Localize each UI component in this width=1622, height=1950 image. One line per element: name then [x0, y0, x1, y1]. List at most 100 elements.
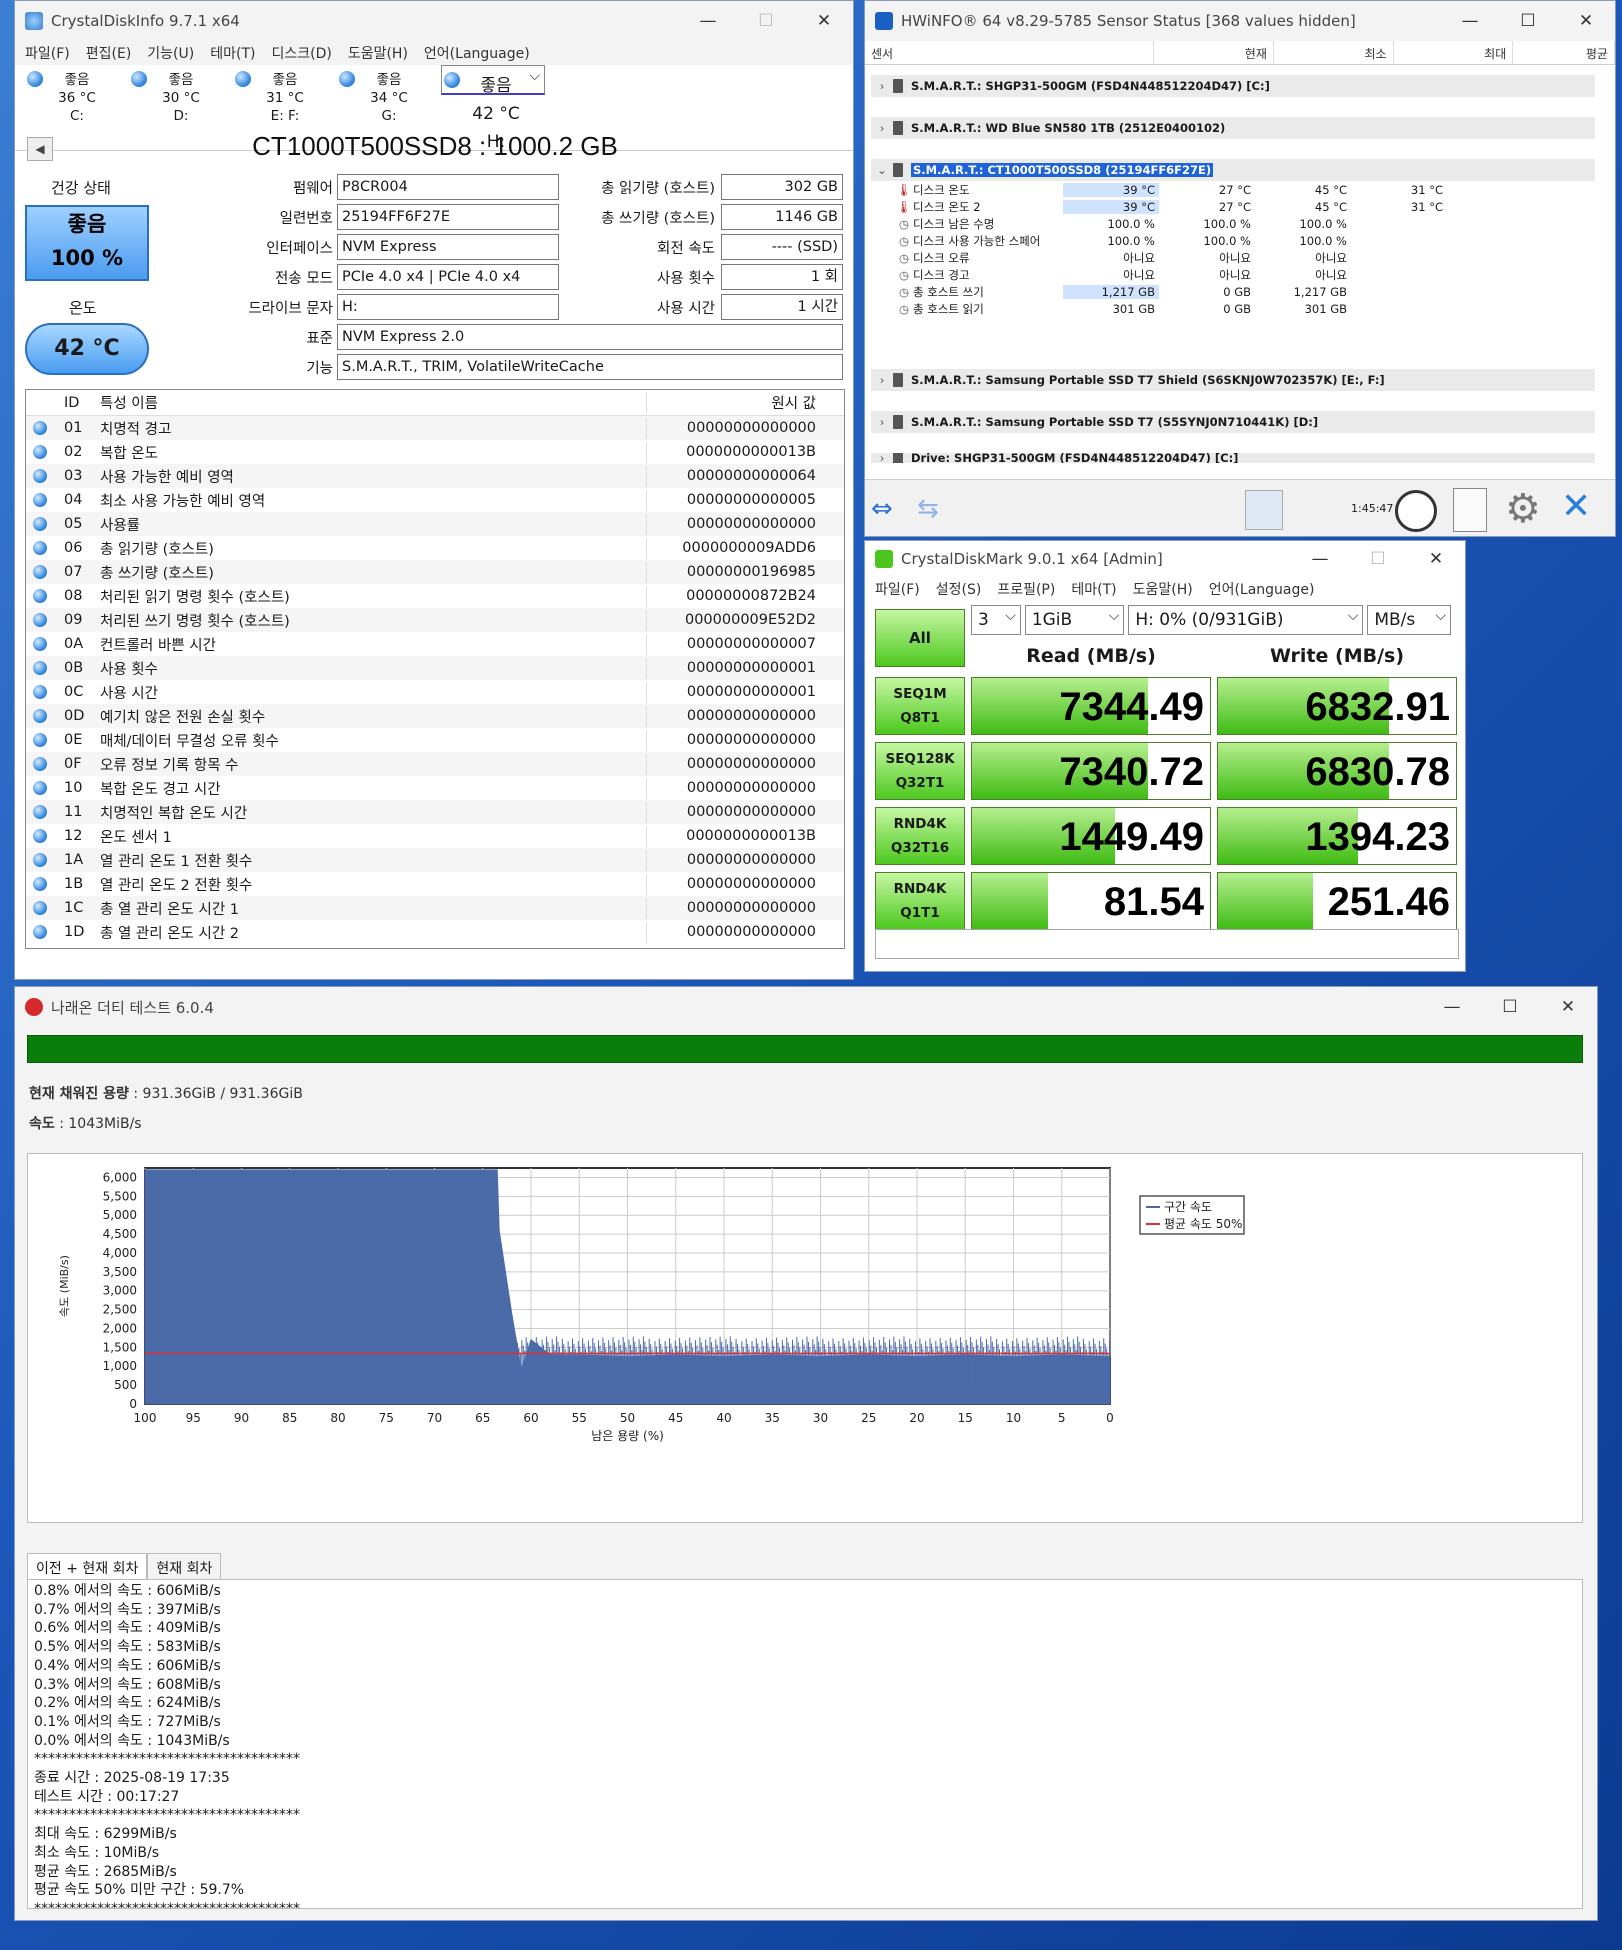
- menu-profile[interactable]: 프로필(P): [997, 579, 1055, 599]
- maximize-icon[interactable]: ☐: [737, 1, 795, 41]
- menu-theme[interactable]: 테마(T): [210, 43, 255, 63]
- count-select[interactable]: 3: [971, 602, 1021, 635]
- log-line: **************************************: [34, 1807, 300, 1824]
- size-select[interactable]: 1GiB: [1024, 602, 1125, 635]
- hw-group-sn580[interactable]: › S.M.A.R.T.: WD Blue SN580 1TB (2512E040…: [871, 117, 1595, 139]
- close-icon[interactable]: ✕: [1557, 1, 1615, 41]
- menu-disk[interactable]: 디스크(D): [271, 43, 331, 63]
- hw-sensor-row[interactable]: ◷ 디스크 남은 수명 100.0 % 100.0 % 100.0 %: [895, 215, 1595, 232]
- hw-group-drive[interactable]: › Drive: SHGP31-500GM (FSD4N448512204D47)…: [871, 453, 1595, 463]
- smart-row[interactable]: 05 사용률 00000000000000: [26, 512, 844, 536]
- minimize-icon[interactable]: —: [1423, 987, 1481, 1027]
- smart-row[interactable]: 0E 매체/데이터 무결성 오류 횟수 00000000000000: [26, 728, 844, 752]
- test-button[interactable]: RND4K Q1T1: [875, 872, 965, 930]
- cdm-titlebar[interactable]: CrystalDiskMark 9.0.1 x64 [Admin] — ☐ ✕: [865, 541, 1465, 577]
- unit-select[interactable]: MB/s: [1367, 602, 1451, 635]
- smart-col-name[interactable]: 특성 이름: [92, 392, 647, 413]
- menu-file[interactable]: 파일(F): [875, 579, 920, 599]
- smart-row[interactable]: 1A 열 관리 온도 1 전환 횟수 00000000000000: [26, 848, 844, 872]
- smart-row[interactable]: 11 치명적인 복합 온도 시간 00000000000000: [26, 800, 844, 824]
- menu-help[interactable]: 도움말(H): [348, 43, 408, 63]
- smart-row[interactable]: 06 총 읽기량 (호스트) 0000000009ADD6: [26, 536, 844, 560]
- drive-select[interactable]: H: 0% (0/931GiB): [1128, 602, 1364, 635]
- network-icon[interactable]: [1245, 490, 1283, 530]
- menu-settings[interactable]: 설정(S): [936, 579, 982, 599]
- smart-row[interactable]: 08 처리된 읽기 명령 횟수 (호스트) 00000000872B24: [26, 584, 844, 608]
- smart-row[interactable]: 0B 사용 횟수 00000000000001: [26, 656, 844, 680]
- report-icon[interactable]: [1453, 488, 1487, 532]
- health-status-badge[interactable]: 좋음 100 %: [25, 205, 149, 281]
- close-icon[interactable]: ✕: [1407, 541, 1465, 577]
- hw-col-max[interactable]: 최대: [1394, 41, 1514, 64]
- hw-col-avg[interactable]: 평균: [1513, 41, 1615, 64]
- smart-row[interactable]: 09 처리된 쓰기 명령 횟수 (호스트) 000000009E52D2: [26, 608, 844, 632]
- smart-col-id[interactable]: ID: [54, 395, 92, 411]
- minimize-icon[interactable]: —: [1441, 1, 1499, 41]
- drive-tab-h[interactable]: 좋음 42 °C H:: [441, 62, 545, 152]
- smart-row[interactable]: 01 치명적 경고 00000000000000: [26, 416, 844, 440]
- temperature-badge[interactable]: 42 °C: [25, 323, 149, 375]
- smart-row[interactable]: 07 총 쓰기량 (호스트) 00000000196985: [26, 560, 844, 584]
- cdi-titlebar[interactable]: CrystalDiskInfo 9.7.1 x64 — ☐ ✕: [15, 1, 853, 41]
- hw-group-t500[interactable]: ⌄ S.M.A.R.T.: CT1000T500SSD8 (25194FF6F27…: [871, 159, 1595, 181]
- menu-language[interactable]: 언어(Language): [1209, 579, 1315, 599]
- menu-function[interactable]: 기능(U): [147, 43, 194, 63]
- collapse-arrows-icon[interactable]: ⇆: [917, 494, 939, 524]
- close-icon[interactable]: ✕: [1539, 987, 1597, 1027]
- tab-current-round[interactable]: 현재 회차: [147, 1553, 222, 1582]
- smart-row[interactable]: 1B 열 관리 온도 2 전환 횟수 00000000000000: [26, 872, 844, 896]
- hw-group-t7-shield[interactable]: › S.M.A.R.T.: Samsung Portable SSD T7 Shi…: [871, 369, 1595, 391]
- clock-icon[interactable]: [1395, 490, 1437, 532]
- hw-group-t7[interactable]: › S.M.A.R.T.: Samsung Portable SSD T7 (S5…: [871, 411, 1595, 433]
- menu-file[interactable]: 파일(F): [25, 43, 70, 63]
- hw-sensor-row[interactable]: 🌡︎ 디스크 온도 2 39 °C 27 °C 45 °C 31 °C: [895, 198, 1595, 215]
- smart-row[interactable]: 04 최소 사용 가능한 예비 영역 00000000000005: [26, 488, 844, 512]
- hw-sensor-row[interactable]: ◷ 디스크 오류 아니요 아니요 아니요: [895, 249, 1595, 266]
- x-tick-label: 80: [330, 1411, 345, 1425]
- all-button[interactable]: All: [875, 609, 965, 667]
- minimize-icon[interactable]: —: [679, 1, 737, 41]
- hw-col-current[interactable]: 현재: [1154, 41, 1274, 64]
- hw-sensor-row[interactable]: ◷ 디스크 사용 가능한 스페어 100.0 % 100.0 % 100.0 %: [895, 232, 1595, 249]
- hw-col-min[interactable]: 최소: [1274, 41, 1394, 64]
- comment-input[interactable]: [875, 929, 1459, 959]
- hw-sensor-row[interactable]: ◷ 디스크 경고 아니요 아니요 아니요: [895, 266, 1595, 283]
- menu-help[interactable]: 도움말(H): [1133, 579, 1193, 599]
- maximize-icon[interactable]: ☐: [1499, 1, 1557, 41]
- hw-sensor-row[interactable]: ◷ 총 호스트 쓰기 1,217 GB 0 GB 1,217 GB: [895, 283, 1595, 300]
- result-log[interactable]: 0.8% 에서의 속도 : 606MiB/s 0.7% 에서의 속도 : 397M…: [27, 1579, 1583, 1909]
- hw-col-sensor[interactable]: 센서: [865, 41, 1155, 64]
- drive-letter: D:: [173, 108, 189, 124]
- smart-row[interactable]: 0A 컨트롤러 바쁜 시간 00000000000007: [26, 632, 844, 656]
- test-button[interactable]: SEQ128K Q32T1: [875, 742, 965, 800]
- close-x-icon[interactable]: ✕: [1561, 486, 1591, 527]
- smart-row[interactable]: 1D 총 열 관리 온도 시간 2 00000000000000: [26, 920, 844, 944]
- dt-titlebar[interactable]: 나래온 더티 테스트 6.0.4 — ☐ ✕: [15, 987, 1597, 1027]
- smart-row[interactable]: 1C 총 열 관리 온도 시간 1 00000000000000: [26, 896, 844, 920]
- menu-theme[interactable]: 테마(T): [1071, 579, 1116, 599]
- hw-sensor-row[interactable]: ◷ 총 호스트 읽기 301 GB 0 GB 301 GB: [895, 300, 1595, 317]
- minimize-icon[interactable]: —: [1291, 541, 1349, 577]
- smart-row[interactable]: 10 복합 온도 경고 시간 00000000000000: [26, 776, 844, 800]
- smart-row[interactable]: 0D 예기치 않은 전원 손실 횟수 00000000000000: [26, 704, 844, 728]
- maximize-icon[interactable]: ☐: [1349, 541, 1407, 577]
- gear-icon[interactable]: ⚙: [1505, 486, 1541, 532]
- test-button[interactable]: SEQ1M Q8T1: [875, 677, 965, 735]
- hw-titlebar[interactable]: HWiNFO® 64 v8.29-5785 Sensor Status [368…: [865, 1, 1615, 41]
- tab-all-rounds[interactable]: 이전 + 현재 회차: [27, 1553, 148, 1582]
- expand-arrows-icon[interactable]: ⇔: [871, 494, 893, 524]
- smart-col-raw[interactable]: 원시 값: [647, 392, 822, 413]
- hw-group-shgp31[interactable]: › S.M.A.R.T.: SHGP31-500GM (FSD4N44851220…: [871, 75, 1595, 97]
- menu-language[interactable]: 언어(Language): [424, 43, 530, 63]
- close-icon[interactable]: ✕: [795, 1, 853, 41]
- menu-edit[interactable]: 편집(E): [86, 43, 132, 63]
- test-button[interactable]: RND4K Q32T16: [875, 807, 965, 865]
- hw-sensor-row[interactable]: 🌡︎ 디스크 온도 39 °C 27 °C 45 °C 31 °C: [895, 181, 1595, 198]
- smart-row[interactable]: 02 복합 온도 0000000000013B: [26, 440, 844, 464]
- smart-raw: 00000000000000: [686, 924, 816, 940]
- smart-row[interactable]: 0C 사용 시간 00000000000001: [26, 680, 844, 704]
- smart-row[interactable]: 0F 오류 정보 기록 항목 수 00000000000000: [26, 752, 844, 776]
- smart-row[interactable]: 03 사용 가능한 예비 영역 00000000000064: [26, 464, 844, 488]
- smart-row[interactable]: 12 온도 센서 1 0000000000013B: [26, 824, 844, 848]
- maximize-icon[interactable]: ☐: [1481, 987, 1539, 1027]
